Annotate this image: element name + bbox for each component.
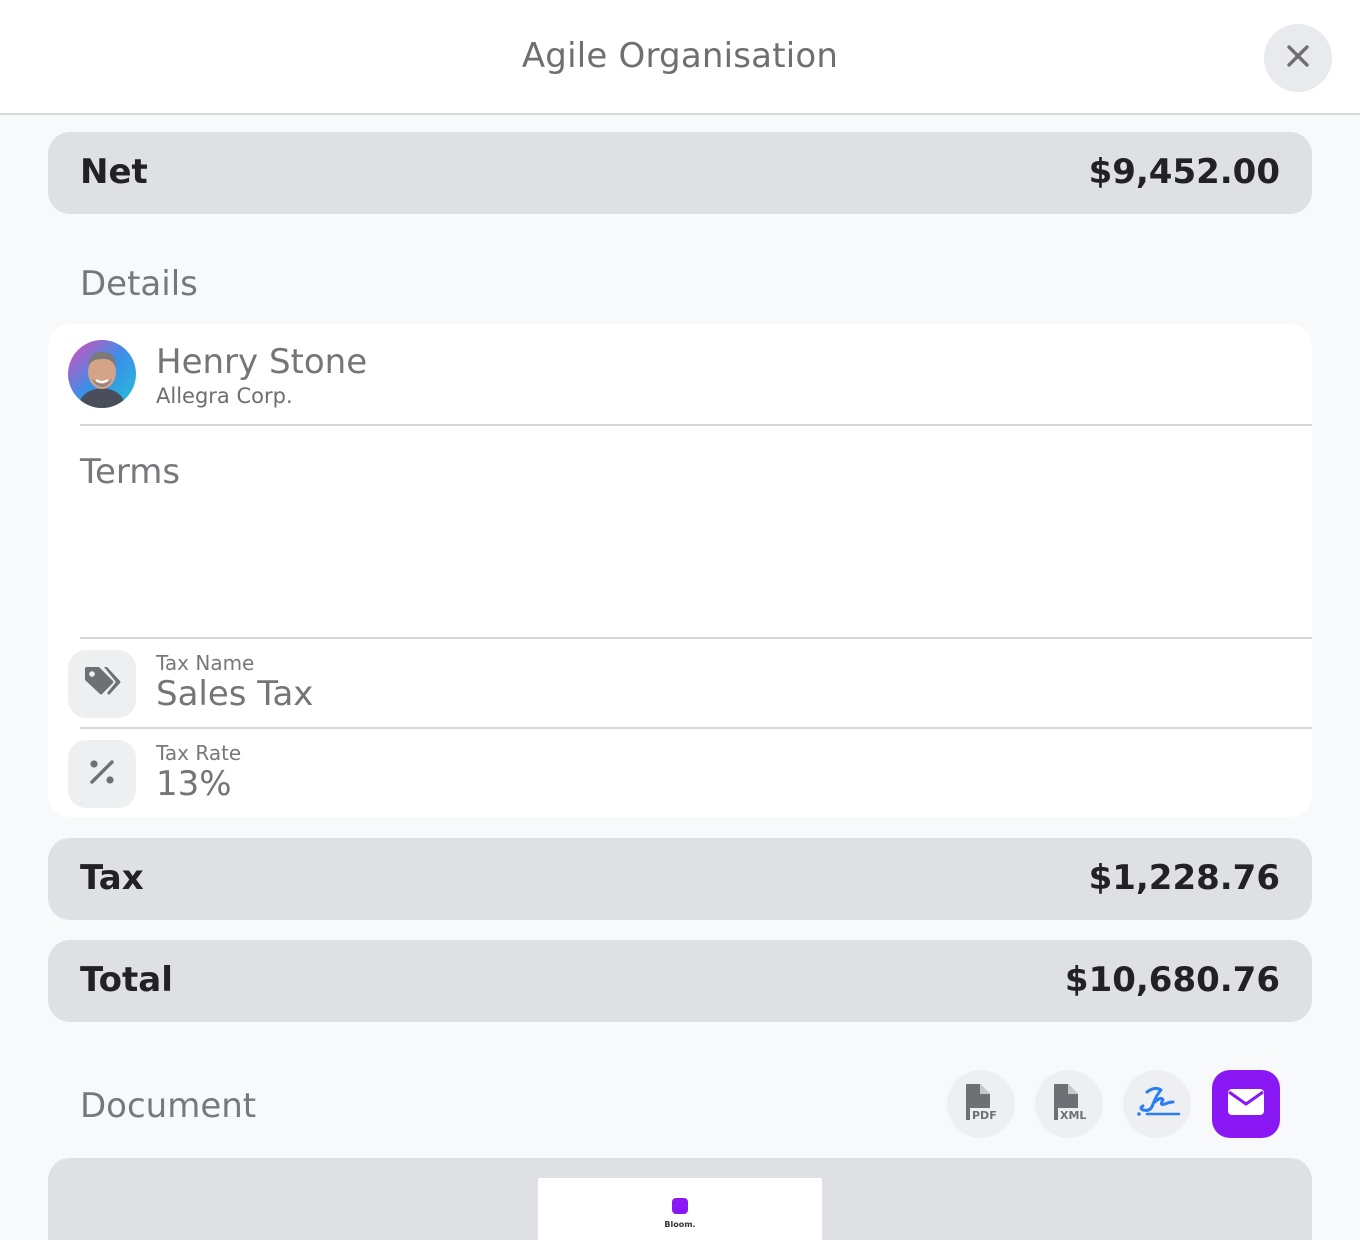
preview-page: Bloom. [538, 1178, 822, 1240]
divider [80, 424, 1312, 426]
terms-label[interactable]: Terms [80, 452, 180, 492]
details-title: Details [80, 264, 198, 304]
divider [80, 637, 1312, 639]
total-value: $10,680.76 [1064, 960, 1280, 1000]
total-label: Total [80, 960, 173, 1000]
contact-company: Allegra Corp. [156, 384, 293, 408]
tax-name-label: Tax Name [156, 651, 255, 675]
tax-rate-value[interactable]: 13% [156, 764, 232, 804]
svg-text:PDF: PDF [972, 1109, 997, 1122]
document-actions: PDF XML [947, 1070, 1280, 1138]
close-icon [1285, 43, 1311, 73]
tax-rate-label: Tax Rate [156, 741, 242, 765]
send-email-button[interactable] [1212, 1070, 1280, 1138]
total-summary: Total $10,680.76 [48, 940, 1312, 1022]
tax-label: Tax [80, 858, 144, 898]
pdf-file-icon: PDF [961, 1082, 1001, 1126]
brand-logo-icon [672, 1198, 688, 1214]
signature-icon [1133, 1082, 1181, 1126]
tax-value: $1,228.76 [1088, 858, 1280, 898]
details-card: Henry Stone Allegra Corp. Terms Tax Name… [48, 324, 1312, 817]
xml-file-icon: XML [1049, 1082, 1089, 1126]
avatar[interactable] [68, 340, 136, 408]
e-sign-button[interactable] [1123, 1070, 1191, 1138]
tax-summary: Tax $1,228.76 [48, 838, 1312, 920]
contact-name: Henry Stone [156, 342, 368, 382]
divider [80, 727, 1312, 729]
percent-icon [86, 756, 118, 792]
modal-title: Agile Organisation [521, 36, 839, 76]
net-label: Net [80, 152, 148, 192]
download-xml-button[interactable]: XML [1035, 1070, 1103, 1138]
tax-rate-icon-tile [68, 740, 136, 808]
net-summary: Net $9,452.00 [48, 132, 1312, 214]
modal-header: Agile Organisation [0, 0, 1360, 115]
invoice-modal: Agile Organisation Net $9,452.00 Details [0, 0, 1360, 1240]
envelope-icon [1226, 1086, 1266, 1122]
close-button[interactable] [1264, 24, 1332, 92]
tax-name-value[interactable]: Sales Tax [156, 674, 313, 714]
tag-icon [83, 665, 121, 703]
document-title: Document [80, 1086, 257, 1126]
document-preview[interactable]: Bloom. [48, 1158, 1312, 1240]
net-value: $9,452.00 [1088, 152, 1280, 192]
svg-text:XML: XML [1060, 1109, 1086, 1122]
preview-logo-text: Bloom. [664, 1220, 696, 1229]
download-pdf-button[interactable]: PDF [947, 1070, 1015, 1138]
tax-name-icon-tile [68, 650, 136, 718]
